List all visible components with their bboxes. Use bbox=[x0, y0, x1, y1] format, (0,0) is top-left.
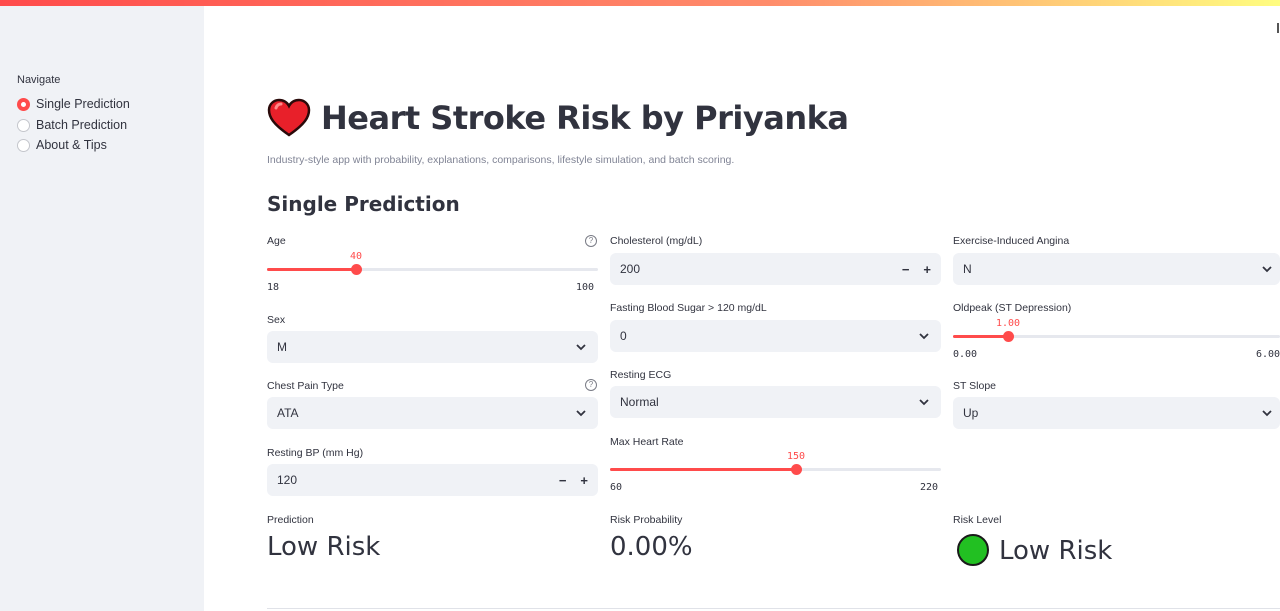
age-slider[interactable] bbox=[267, 264, 598, 275]
resting-bp-value: 120 bbox=[277, 473, 298, 487]
prediction-label: Prediction bbox=[267, 514, 314, 526]
sex-label: Sex bbox=[267, 314, 286, 326]
nav-item-label: Single Prediction bbox=[36, 97, 130, 111]
fasting-bs-select[interactable]: 0 bbox=[610, 320, 941, 352]
resting-ecg-select[interactable]: Normal bbox=[610, 386, 941, 418]
max-hr-slider-max: 220 bbox=[920, 482, 939, 493]
max-hr-slider-fill bbox=[610, 468, 797, 471]
page-subtitle: Industry-style app with probability, exp… bbox=[267, 154, 735, 166]
max-hr-slider-thumb[interactable] bbox=[791, 464, 803, 475]
oldpeak-slider-max: 6.00 bbox=[1256, 349, 1280, 360]
cholesterol-input[interactable]: 200 − + bbox=[610, 253, 941, 285]
chest-pain-select-value: ATA bbox=[277, 406, 299, 420]
radio-icon[interactable] bbox=[17, 118, 30, 132]
oldpeak-slider-fill bbox=[953, 335, 1008, 338]
nav-item-batch-prediction[interactable]: Batch Prediction bbox=[17, 116, 127, 134]
resting-bp-stepper: − + bbox=[559, 464, 594, 496]
exercise-angina-label: Exercise-Induced Angina bbox=[953, 235, 1070, 247]
radio-selected-icon[interactable] bbox=[17, 97, 30, 111]
age-slider-thumb[interactable] bbox=[350, 264, 362, 275]
max-hr-slider[interactable] bbox=[610, 464, 941, 475]
st-slope-select[interactable]: Up bbox=[953, 397, 1280, 429]
menu-icon[interactable] bbox=[1277, 23, 1279, 33]
age-slider-value: 40 bbox=[349, 251, 363, 262]
nav-label: Navigate bbox=[17, 74, 61, 86]
nav-item-label: Batch Prediction bbox=[36, 118, 128, 132]
max-hr-slider-value: 150 bbox=[786, 451, 806, 462]
oldpeak-slider-min: 0.00 bbox=[953, 349, 978, 360]
radio-icon[interactable] bbox=[17, 138, 30, 152]
risk-probability-value: 0.00% bbox=[610, 532, 693, 562]
cholesterol-label: Cholesterol (mg/dL) bbox=[610, 235, 703, 247]
age-slider-min: 18 bbox=[267, 282, 280, 293]
age-slider-fill bbox=[267, 268, 356, 271]
increment-button[interactable]: + bbox=[580, 473, 588, 488]
decrement-button[interactable]: − bbox=[559, 473, 567, 488]
nav-item-single-prediction[interactable]: Single Prediction bbox=[17, 95, 130, 113]
nav-item-label: About & Tips bbox=[36, 138, 107, 152]
risk-probability-label: Risk Probability bbox=[610, 514, 683, 526]
chevron-down-icon bbox=[1262, 266, 1272, 273]
cholesterol-stepper: − + bbox=[902, 253, 937, 285]
chevron-down-icon bbox=[919, 399, 929, 406]
resting-ecg-select-value: Normal bbox=[620, 395, 659, 409]
oldpeak-slider-value: 1.00 bbox=[995, 318, 1021, 329]
chevron-down-icon bbox=[1262, 410, 1272, 417]
max-hr-label: Max Heart Rate bbox=[610, 436, 684, 448]
st-slope-select-value: Up bbox=[963, 406, 979, 420]
question-circle-icon[interactable]: ? bbox=[585, 379, 597, 391]
fasting-bs-label: Fasting Blood Sugar > 120 mg/dL bbox=[610, 302, 767, 314]
sex-select-value: M bbox=[277, 340, 287, 354]
oldpeak-slider[interactable] bbox=[953, 331, 1280, 342]
divider bbox=[267, 608, 1280, 609]
sidebar: Navigate Single Prediction Batch Predict… bbox=[0, 6, 204, 611]
cholesterol-value: 200 bbox=[620, 262, 641, 276]
resting-bp-label: Resting BP (mm Hg) bbox=[267, 447, 364, 459]
age-label: Age bbox=[267, 235, 286, 247]
st-slope-label: ST Slope bbox=[953, 380, 996, 392]
max-hr-slider-min: 60 bbox=[610, 482, 623, 493]
oldpeak-label: Oldpeak (ST Depression) bbox=[953, 302, 1072, 314]
question-circle-icon[interactable]: ? bbox=[585, 235, 597, 247]
risk-level-label: Risk Level bbox=[953, 514, 1002, 526]
decrement-button[interactable]: − bbox=[902, 262, 910, 277]
age-slider-max: 100 bbox=[576, 282, 595, 293]
green-circle-icon bbox=[957, 534, 989, 566]
nav-item-about-tips[interactable]: About & Tips bbox=[17, 136, 107, 154]
chevron-down-icon bbox=[576, 410, 586, 417]
exercise-angina-select-value: N bbox=[963, 262, 972, 276]
resting-bp-input[interactable]: 120 − + bbox=[267, 464, 598, 496]
prediction-value: Low Risk bbox=[267, 532, 381, 562]
oldpeak-slider-thumb[interactable] bbox=[1002, 331, 1014, 342]
increment-button[interactable]: + bbox=[923, 262, 931, 277]
chevron-down-icon bbox=[919, 333, 929, 340]
sex-select[interactable]: M bbox=[267, 331, 598, 363]
section-title: Single Prediction bbox=[267, 192, 460, 216]
fasting-bs-select-value: 0 bbox=[620, 329, 627, 343]
exercise-angina-select[interactable]: N bbox=[953, 253, 1280, 285]
chest-pain-select[interactable]: ATA bbox=[267, 397, 598, 429]
page-header: Heart Stroke Risk by Priyanka bbox=[267, 98, 849, 138]
risk-level-value: Low Risk bbox=[999, 536, 1113, 566]
resting-ecg-label: Resting ECG bbox=[610, 369, 672, 381]
heart-emoji-icon bbox=[267, 98, 311, 137]
chevron-down-icon bbox=[576, 344, 586, 351]
chest-pain-label: Chest Pain Type bbox=[267, 380, 344, 392]
page-title: Heart Stroke Risk by Priyanka bbox=[321, 99, 849, 137]
